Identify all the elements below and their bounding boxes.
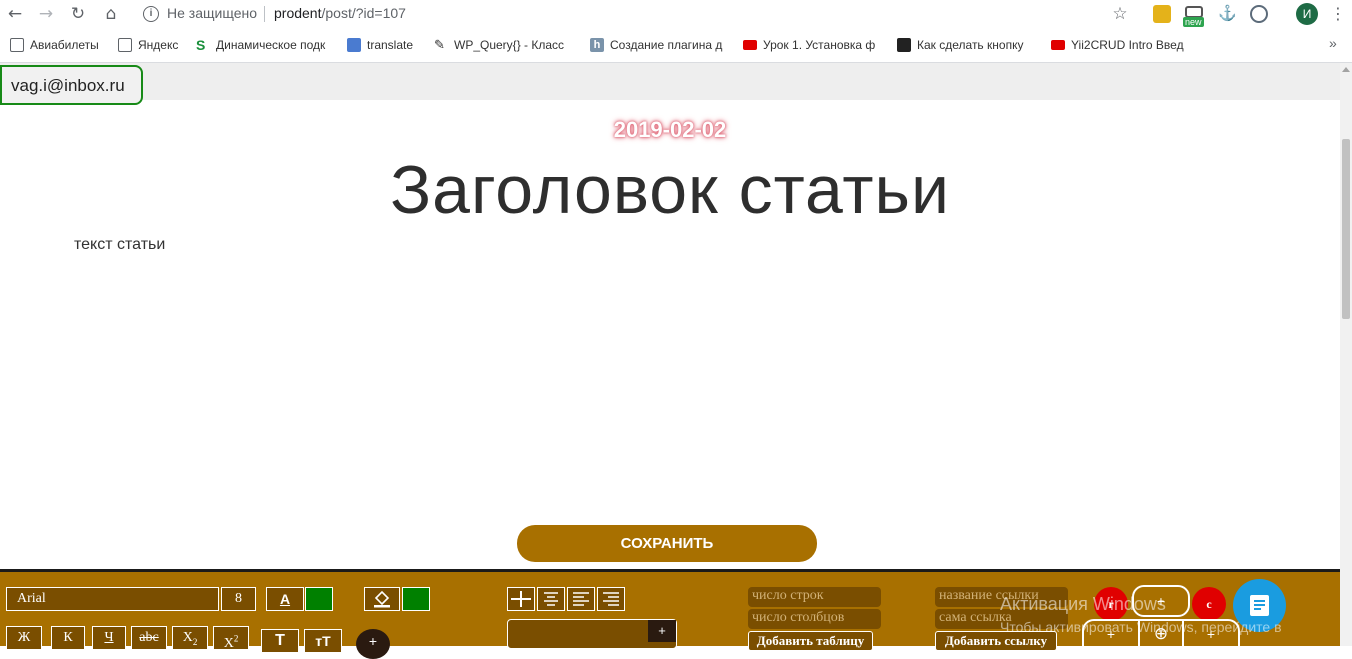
page-icon [10,38,24,52]
bookmark-item[interactable]: Авиабилеты [10,36,99,54]
youtube-icon [1051,40,1065,50]
text-color-button[interactable]: A [266,587,304,611]
bookmarks-overflow-icon[interactable]: » [1329,35,1337,51]
align-center-icon [544,592,558,606]
h-icon: h [590,38,604,52]
bookmark-item[interactable]: Yii2CRUD Intro Введ [1051,36,1188,54]
font-family-select[interactable]: Arial [6,587,219,611]
text-color-swatch[interactable] [305,587,333,611]
insert-add-button[interactable]: + [648,620,676,642]
strikethrough-button[interactable]: abc [131,626,167,650]
bookmark-item[interactable]: ✎ WP_Query{} - Класс [434,36,570,54]
translate-icon [347,38,361,52]
bookmark-label: translate [367,38,414,52]
add-element-button[interactable]: + [356,629,390,659]
bold-button[interactable]: Ж [6,626,42,650]
extension-ruler-icon[interactable] [1153,5,1171,23]
align-left-icon [573,592,589,606]
bookmark-item[interactable]: Урок 1. Установка ф [743,36,880,54]
reload-icon[interactable]: ↻ [67,4,89,24]
back-arrow-icon[interactable]: ← [4,4,26,24]
bookmark-label: Урок 1. Установка ф [763,38,876,52]
align-right-button[interactable] [597,587,625,611]
align-justify-button[interactable] [507,587,535,611]
paint-bucket-icon [374,590,390,608]
windows-activation-title: Активация Windows [1000,594,1166,614]
align-center-button[interactable] [537,587,565,611]
bookmark-label: Yii2CRUD Intro Введ [1071,38,1184,52]
page-header [0,63,1340,100]
bookmark-item[interactable]: h Создание плагина д [590,36,725,54]
url-host: prodent [274,5,322,21]
font-size-input[interactable]: 8 [221,587,256,611]
extension-new-badge: new [1183,17,1204,27]
profile-avatar[interactable]: И [1296,3,1318,25]
page-icon [118,38,132,52]
home-icon[interactable]: ⌂ [100,4,122,24]
subscript-button[interactable]: X2 [172,626,208,650]
bookmark-label: Создание плагина д [610,38,723,52]
bookmark-star-icon[interactable]: ☆ [1109,4,1131,24]
user-email[interactable]: vag.i@inbox.ru [0,65,143,105]
fill-color-button[interactable] [364,587,400,611]
italic-button[interactable]: К [51,626,85,650]
bookmark-label: Как сделать кнопку [917,38,1024,52]
htmlbook-icon [897,38,911,52]
page-content: vag.i@inbox.ru 2019-02-02 Заголовок стат… [0,63,1340,646]
underline-button[interactable]: Ч [92,626,126,650]
extension-eye-icon[interactable] [1250,5,1268,23]
forward-arrow-icon[interactable]: → [35,4,57,24]
bookmarks-bar: Авиабилеты Яндекс S Динамическое подк tra… [0,33,1352,57]
bookmark-label: Авиабилеты [30,38,99,52]
post-date[interactable]: 2019-02-02 [0,117,1340,143]
superscript-button[interactable]: X2 [213,626,249,651]
rows-input[interactable]: число строк [748,587,881,607]
url-path: /post/?id=107 [321,5,406,21]
align-left-button[interactable] [567,587,595,611]
security-label: Не защищено [167,5,257,21]
subscript-label: X2 [182,630,198,647]
bookmark-item[interactable]: Яндекс [118,36,178,54]
superscript-label: X2 [223,633,239,651]
scroll-thumb[interactable] [1342,139,1350,319]
address-bar[interactable]: prodent/post/?id=107 [274,5,406,21]
bookmark-label: WP_Query{} - Класс [454,38,565,52]
youtube-icon [743,40,757,50]
page-scrollbar[interactable] [1340,63,1352,646]
bookmark-item[interactable]: S Динамическое подк [196,36,331,54]
align-right-icon [603,592,619,606]
text-case-button[interactable]: тT [304,629,342,653]
windows-activation-text: Чтобы активировать Windows, перейдите в [1000,619,1282,635]
bookmark-label: Динамическое подк [216,38,326,52]
bookmark-item[interactable]: Как сделать кнопку [897,36,1029,54]
red-action-c[interactable]: c [1192,587,1226,621]
align-cross-icon [511,591,531,607]
menu-dots-icon[interactable]: ⋮ [1327,4,1349,24]
info-icon[interactable]: i [143,6,159,22]
columns-input[interactable]: число столбцов [748,609,881,629]
fill-color-swatch[interactable] [402,587,430,611]
save-button[interactable]: СОХРАНИТЬ [517,525,817,562]
article-title[interactable]: Заголовок статьи [0,151,1340,229]
bookmark-item[interactable]: translate [347,36,413,54]
wp-icon: ✎ [434,37,445,52]
scroll-up-icon[interactable] [1342,67,1350,72]
bookmark-label: Яндекс [138,38,179,52]
url-separator [264,6,265,22]
text-size-button[interactable]: T [261,629,299,653]
extension-hook-icon[interactable]: ⚓ [1218,5,1237,23]
browser-toolbar: ← → ↻ ⌂ i Не защищено prodent/post/?id=1… [0,0,1352,28]
article-body[interactable]: текст статьи [74,236,165,254]
s-logo-icon: S [196,37,206,53]
add-table-button[interactable]: Добавить таблицу [748,631,873,651]
